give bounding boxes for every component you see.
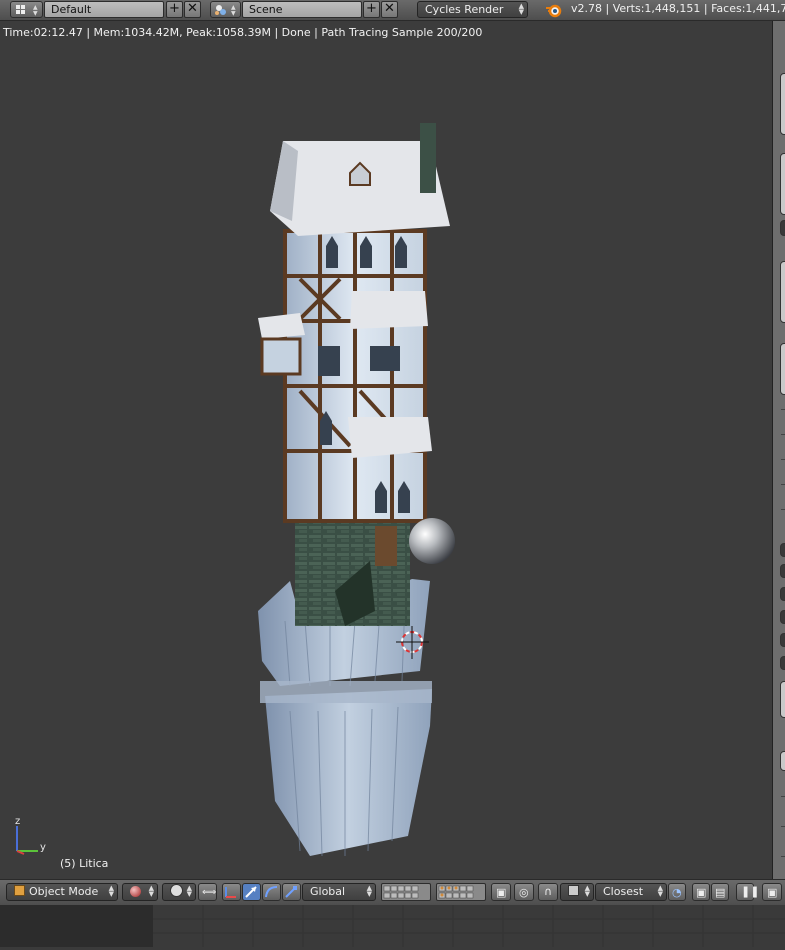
scene-statistics: v2.78 | Verts:1,448,151 | Faces:1,441,76 [571,2,785,15]
axis-gizmo: z y [15,816,46,855]
sidebar-toggle[interactable] [780,543,785,557]
snap-icon: ∩ [544,885,553,898]
sidebar-tab[interactable] [780,751,785,771]
sidebar-toggle[interactable] [780,587,785,601]
axis-z-label: z [15,816,20,827]
sidebar-tab[interactable] [780,261,785,323]
rotate-manipulator-button[interactable] [262,883,281,901]
proportional-edit-button[interactable]: ◎ [514,883,534,901]
add-icon: + [169,1,180,16]
layers-icon: ▣ [767,886,778,899]
sidebar-tab[interactable] [780,73,785,135]
snap-element-dropdown[interactable]: ▲ ▼ [560,883,594,901]
snap-target-dropdown[interactable]: Closest ▲ ▼ [595,883,667,901]
editor-type-selector[interactable]: ▲ ▼ [10,1,43,18]
sidebar-toggle[interactable] [780,656,785,670]
chevron-updown-icon: ▲ ▼ [366,884,372,898]
render-engine-dropdown[interactable]: Cycles Render ▲ ▼ [417,1,528,18]
timeline-grid [0,905,785,947]
timeline-area[interactable] [0,905,785,947]
scene-field[interactable]: Scene [242,1,362,18]
overflow-button[interactable]: ▣ [762,883,782,901]
close-icon: ✕ [187,1,198,16]
shading-sphere-icon [130,886,141,897]
snap-rotation-button[interactable]: ◔ [668,883,686,901]
sidebar-toggle[interactable] [780,633,785,647]
active-object-name: (5) Litica [60,857,109,870]
orientation-label: Global [310,885,346,898]
layout-field[interactable]: Default [44,1,164,18]
sidebar-toggle[interactable] [780,610,785,624]
pause-render-button[interactable]: ❚❚ [736,883,759,901]
render-icon: ▣ [696,886,707,899]
mode-label: Object Mode [29,885,99,898]
add-scene-button[interactable]: + [363,1,380,18]
axis-y-label: y [40,842,46,853]
transform-orientation-dropdown[interactable]: Global ▲ ▼ [302,883,376,901]
editor-type-icon: ▲▼ [16,4,38,17]
scene-layers-grid-1[interactable] [381,883,431,901]
pivot-align-button[interactable]: ⟺ [198,883,217,901]
scene-layers-grid-2[interactable] [436,883,486,901]
chevron-updown-icon: ▲ ▼ [148,884,154,898]
3d-viewport[interactable]: Time:02:12.47 | Mem:1034.42M, Peak:1058.… [0,21,772,879]
chevron-updown-icon: ▲ ▼ [186,884,192,898]
mode-cube-icon [14,885,25,896]
properties-region[interactable] [772,21,785,879]
rotate-icon: ◔ [672,886,682,899]
scene-icon: ▲▼ [215,4,236,17]
svg-text:▼: ▼ [231,10,236,17]
layers-icon [383,885,419,899]
snap-element-icon [568,885,579,896]
manipulator-toggle[interactable] [222,883,241,901]
sidebar-toggle[interactable] [780,564,785,578]
chevron-updown-icon: ▲ ▼ [108,884,114,898]
3d-view-header: Object Mode ▲ ▼ ▲ ▼ ▲ ▼ ⟺ Global ▲ ▼ ▣ ◎… [0,879,785,906]
delete-layout-button[interactable]: ✕ [184,1,201,18]
blender-logo-icon [546,4,562,18]
layers-icon: ⟺ [202,887,217,898]
opengl-render-button[interactable]: ▣ [692,883,710,901]
add-layout-button[interactable]: + [166,1,183,18]
svg-text:▼: ▼ [33,10,38,17]
manipulator-icon [225,887,236,898]
sidebar-tab[interactable] [780,343,785,395]
proportional-edit-icon: ◎ [519,886,529,899]
chevron-updown-icon: ▲ ▼ [584,884,590,898]
rendered-tower-scene: z y [15,123,455,857]
snap-target-label: Closest [603,885,644,898]
sidebar-tab[interactable] [780,153,785,215]
chevron-updown-icon: ▲ ▼ [518,2,524,16]
translate-manipulator-button[interactable] [242,883,261,901]
clapper-icon: ▤ [715,886,726,899]
info-header: ▲ ▼ Default + ✕ ▲ ▼ Scene + ✕ Cycles Rende… [0,0,785,21]
pause-icon: ❚❚ [741,885,760,898]
layers-icon [438,885,474,899]
lock-layers-button[interactable]: ▣ [491,883,511,901]
pivot-point-dropdown[interactable]: ▲ ▼ [162,883,196,901]
scene-selector[interactable]: ▲ ▼ [210,1,241,18]
scale-icon [285,886,297,898]
viewport-shading-dropdown[interactable]: ▲ ▼ [122,883,158,901]
delete-scene-button[interactable]: ✕ [381,1,398,18]
scale-manipulator-button[interactable] [282,883,301,901]
layers-icon: ▣ [496,886,507,899]
snap-toggle-button[interactable]: ∩ [538,883,558,901]
mode-dropdown[interactable]: Object Mode ▲ ▼ [6,883,118,901]
translate-icon [245,886,257,898]
render-engine-label: Cycles Render [425,3,504,16]
close-icon: ✕ [384,1,395,16]
pivot-icon [170,884,183,897]
add-icon: + [366,1,377,16]
sidebar-tab[interactable] [780,681,785,718]
rotate-icon [265,886,278,898]
sidebar-tab[interactable] [780,220,785,236]
chevron-updown-icon: ▲ ▼ [657,884,663,898]
opengl-animation-button[interactable]: ▤ [711,883,729,901]
